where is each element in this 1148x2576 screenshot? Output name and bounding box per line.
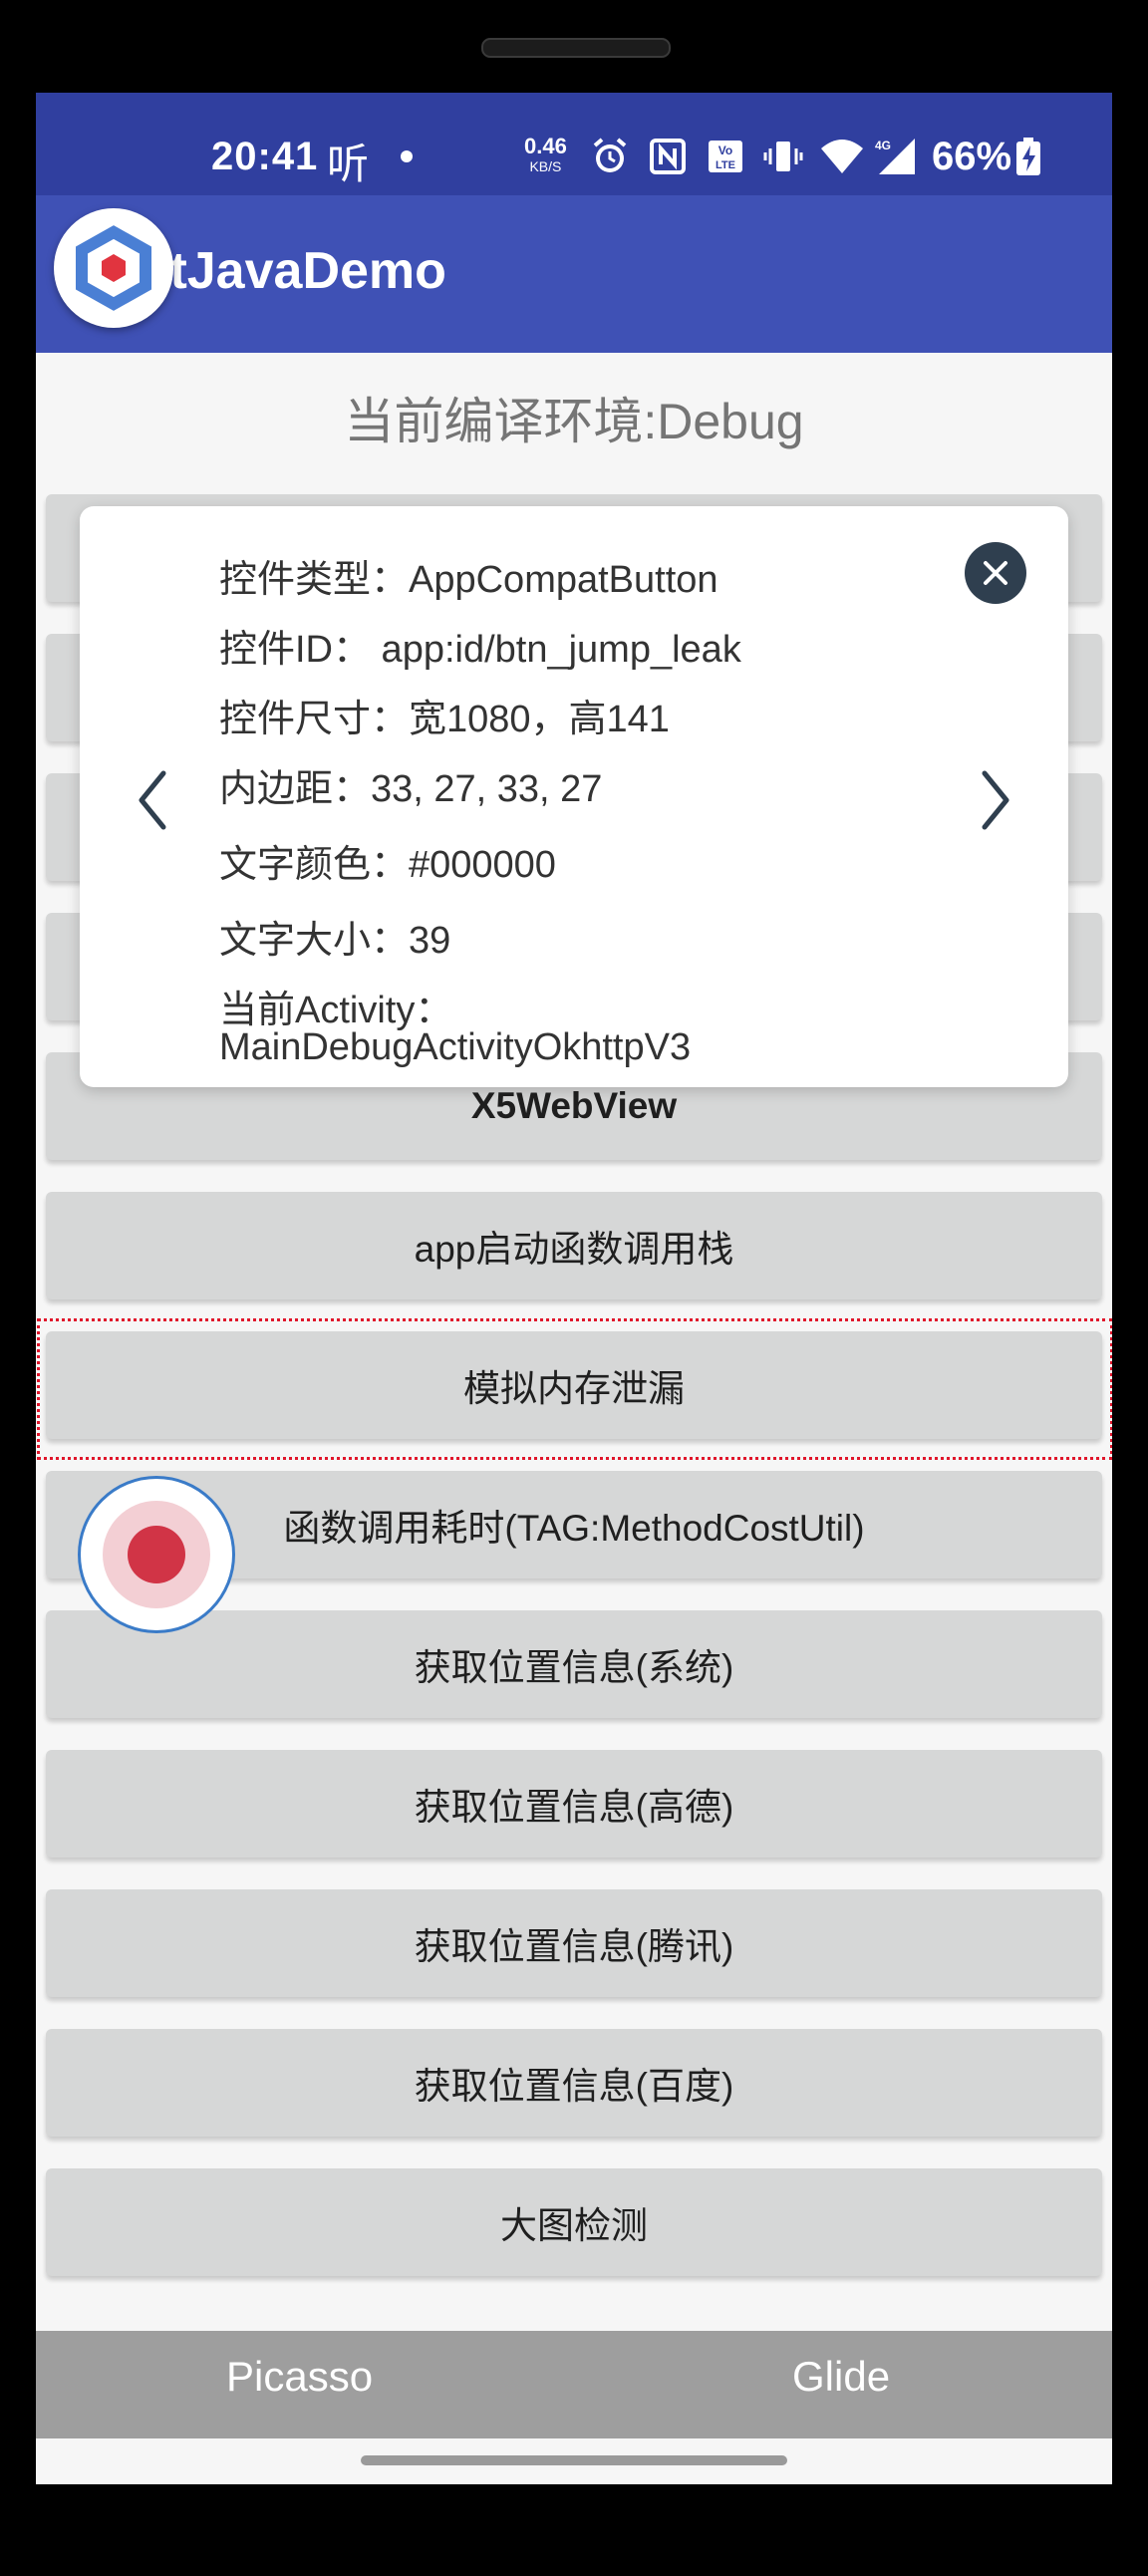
inspector-view-type: 控件类型：AppCompatButton: [219, 559, 718, 601]
svg-text:LTE: LTE: [716, 159, 735, 171]
vibrate-icon: [763, 142, 803, 171]
logo-icon: [76, 225, 151, 311]
location-amap-button[interactable]: 获取位置信息(高德): [46, 1750, 1102, 1858]
view-inspector-panel: 控件类型：AppCompatButton 控件ID： app:id/btn_ju…: [80, 506, 1068, 1087]
inspector-padding: 内边距：33, 27, 33, 27: [219, 768, 603, 810]
record-dot-icon: [128, 1526, 185, 1583]
svg-text:4G: 4G: [875, 139, 891, 152]
build-env-label: 当前编译环境:Debug: [344, 394, 804, 449]
battery-percent: 66%: [932, 135, 1012, 178]
close-icon: [984, 561, 1007, 585]
notification-dot-icon: [401, 150, 413, 162]
earpiece-speaker: [481, 38, 671, 58]
inspector-activity-value: MainDebugActivityOkhttpV3: [219, 1026, 692, 1068]
inspector-text-color: 文字颜色：#000000: [219, 844, 556, 886]
inspector-text-size: 文字大小：39: [219, 920, 451, 962]
app-startup-stack-button[interactable]: app启动函数调用栈: [46, 1192, 1102, 1299]
floating-record-button[interactable]: [78, 1476, 235, 1633]
next-view-arrow-icon[interactable]: [975, 765, 1014, 835]
tab-glide[interactable]: Glide: [792, 2353, 890, 2401]
inspector-view-size: 控件尺寸：宽1080，高141: [219, 699, 670, 740]
doraemonkit-logo-button[interactable]: [54, 208, 173, 328]
network-speed: 0.46 KB/S: [524, 134, 567, 176]
location-baidu-button[interactable]: 获取位置信息(百度): [46, 2029, 1102, 2137]
tab-picasso[interactable]: Picasso: [226, 2353, 373, 2401]
close-inspector-button[interactable]: [965, 542, 1026, 604]
app-bar: itJavaDemo: [36, 195, 1112, 353]
screen: 20:41 听 0.46 KB/S Vo LTE 4G 66% itJavaDe…: [36, 93, 1112, 2484]
inspector-activity-label: 当前Activity：: [219, 990, 453, 1031]
phone-frame: 20:41 听 0.46 KB/S Vo LTE 4G 66% itJavaDe…: [0, 0, 1148, 2576]
alarm-icon: [593, 138, 627, 172]
network-speed-unit: KB/S: [529, 158, 562, 174]
location-tencent-button[interactable]: 获取位置信息(腾讯): [46, 1889, 1102, 1997]
record-ring: [103, 1501, 210, 1608]
network-speed-value: 0.46: [524, 134, 567, 158]
home-indicator[interactable]: [361, 2455, 787, 2465]
inspector-view-id: 控件ID： app:id/btn_jump_leak: [219, 629, 741, 671]
big-image-check-button[interactable]: 大图检测: [46, 2168, 1102, 2276]
wifi-icon: [821, 140, 863, 173]
svg-text:Vo: Vo: [718, 143, 732, 157]
signal-4g-icon: 4G: [875, 139, 915, 174]
status-time: 20:41: [211, 135, 319, 178]
bottom-tab-bar: Picasso Glide: [36, 2331, 1112, 2438]
battery-charging-icon: [1016, 138, 1040, 175]
listen-app-icon: 听: [327, 141, 370, 187]
previous-view-arrow-icon[interactable]: [134, 765, 173, 835]
volte-icon: Vo LTE: [709, 141, 742, 172]
selected-view-outline: [37, 1318, 1112, 1460]
status-bar: 20:41 听 0.46 KB/S Vo LTE 4G 66%: [36, 93, 1112, 195]
nfc-icon: [650, 139, 686, 174]
location-system-button[interactable]: 获取位置信息(系统): [46, 1610, 1102, 1718]
app-title: itJavaDemo: [155, 242, 446, 300]
